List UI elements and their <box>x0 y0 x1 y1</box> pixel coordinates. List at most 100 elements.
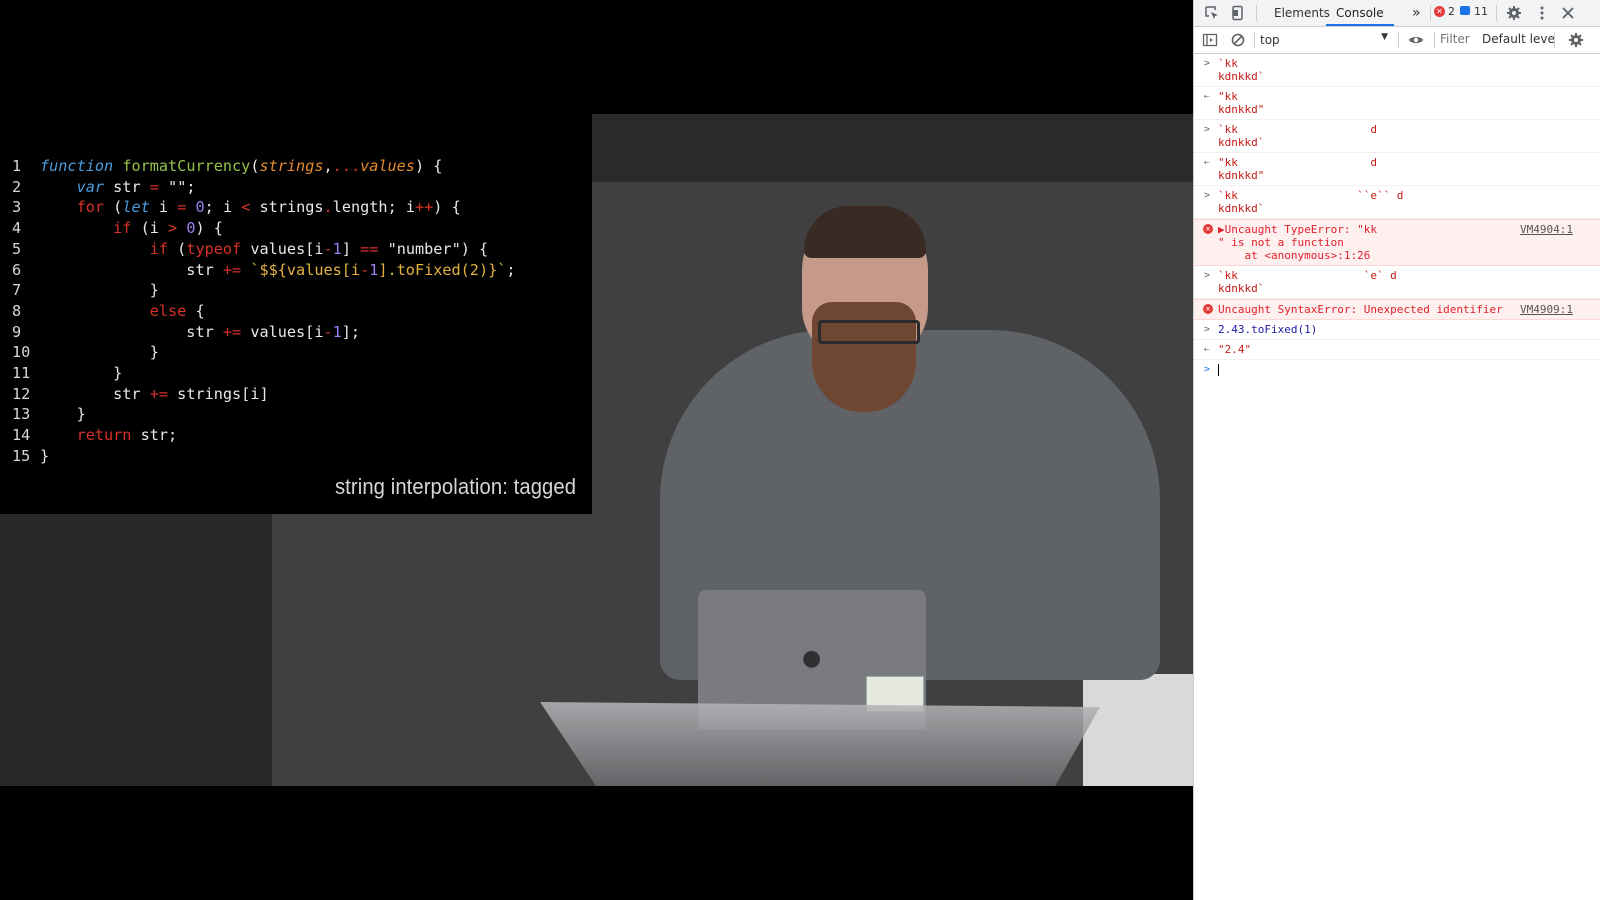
entry-text: "kk d kdnkkd" <box>1218 156 1377 182</box>
devtools-tabbar: Elements Console » ✕ 2 11 <box>1194 0 1600 27</box>
input-chevron-icon: > <box>1204 190 1211 201</box>
code-line: 14 return str; <box>12 426 178 445</box>
console-result-entry[interactable]: ⇠ "kk d kdnkkd" <box>1194 153 1600 186</box>
line-number: 12 <box>12 384 31 403</box>
error-count[interactable]: 2 <box>1448 5 1455 18</box>
more-tabs-button[interactable]: » <box>1402 0 1431 26</box>
error-circle-icon: ✕ <box>1203 304 1213 314</box>
entry-text: `kk ``e`` d kdnkkd` <box>1218 189 1404 215</box>
devtools-panel: Elements Console » ✕ 2 11 top ▼ Default … <box>1193 0 1600 900</box>
sidebar-toggle-icon[interactable] <box>1202 32 1218 48</box>
error-text[interactable]: ▶Uncaught TypeError: "kk " is not a func… <box>1218 223 1377 262</box>
entry-text: 2.43.toFixed(1) <box>1218 323 1318 336</box>
console-prompt[interactable]: > <box>1194 360 1600 379</box>
speaker-glasses <box>818 320 920 344</box>
context-selector[interactable]: top ▼ <box>1260 31 1392 49</box>
error-source-link[interactable]: VM4904:1 <box>1520 223 1573 236</box>
close-icon[interactable] <box>1560 5 1576 21</box>
error-source-link[interactable]: VM4909:1 <box>1520 303 1573 316</box>
dropdown-arrow-icon: ▼ <box>1381 32 1388 42</box>
inspect-element-icon[interactable] <box>1204 5 1220 21</box>
more-options-icon[interactable] <box>1534 5 1550 21</box>
console-error-entry[interactable]: ✕ Uncaught SyntaxError: Unexpected identi… <box>1194 299 1600 320</box>
code-line: 13 } <box>12 405 86 424</box>
tab-console[interactable]: Console <box>1326 0 1394 26</box>
code-line: 1 function formatCurrency(strings,...valu… <box>12 157 443 175</box>
settings-gear-icon[interactable] <box>1506 5 1522 21</box>
console-settings-gear-icon[interactable] <box>1568 32 1584 48</box>
code-line: 6 str += `$${values[i-1].toFixed(2)}`; <box>12 260 516 279</box>
slide-caption: string interpolation: tagged <box>334 474 576 499</box>
console-output[interactable]: > `kk kdnkkd` ⇠ "kk kdnkkd" > `kk d kdnkkd`… <box>1194 54 1600 379</box>
podium <box>540 702 1100 786</box>
clear-console-icon[interactable] <box>1230 32 1246 48</box>
console-toolbar: top ▼ Default leve <box>1194 27 1600 54</box>
input-chevron-icon: > <box>1204 124 1211 135</box>
device-toolbar-icon[interactable] <box>1230 5 1246 21</box>
line-number: 5 <box>12 239 22 258</box>
stage-left-shadow <box>0 510 272 786</box>
line-number: 11 <box>12 364 31 383</box>
error-text: Uncaught SyntaxError: Unexpected identif… <box>1218 303 1503 316</box>
result-arrow-icon: ⇠ <box>1204 157 1211 168</box>
toolbar-divider <box>1254 32 1255 48</box>
entry-text: `kk kdnkkd` <box>1218 57 1265 83</box>
log-level-select[interactable]: Default leve <box>1482 32 1555 46</box>
line-number: 10 <box>12 343 31 362</box>
console-input-entry[interactable]: > `kk kdnkkd` <box>1194 54 1600 87</box>
line-number: 2 <box>12 177 22 196</box>
prompt-chevron-icon: > <box>1204 364 1211 375</box>
input-chevron-icon: > <box>1204 270 1211 281</box>
message-count[interactable]: 11 <box>1474 5 1488 18</box>
tabbar-divider <box>1430 5 1431 21</box>
console-input-entry[interactable]: > `kk d kdnkkd` <box>1194 120 1600 153</box>
console-result-entry[interactable]: ⇠ "2.4" <box>1194 340 1600 360</box>
context-value: top <box>1260 33 1280 47</box>
code-line: 15} <box>12 446 50 465</box>
entry-text: "kk kdnkkd" <box>1218 90 1265 116</box>
line-number: 8 <box>12 301 22 320</box>
speaker-beard <box>812 302 916 412</box>
apple-logo-icon: ● <box>802 646 822 671</box>
code-line: 4 if (i > 0) { <box>12 219 223 238</box>
line-number: 9 <box>12 322 22 341</box>
code-line: 12 str += strings[i] <box>12 384 269 403</box>
code-line: 8 else { <box>12 301 205 320</box>
line-number: 4 <box>12 219 22 238</box>
toolbar-divider <box>1434 32 1435 48</box>
line-number: 7 <box>12 281 22 300</box>
text-cursor <box>1218 364 1219 376</box>
tabbar-divider <box>1496 5 1497 21</box>
code-line: 7 } <box>12 281 159 300</box>
code-line: 3 for (let i = 0; i < strings.length; i+… <box>12 198 461 217</box>
line-number: 15 <box>12 446 31 465</box>
code-line: 10 } <box>12 343 159 362</box>
console-error-entry[interactable]: ✕ ▶Uncaught TypeError: "kk " is not a fun… <box>1194 219 1600 266</box>
video-player[interactable]: ● 1 function formatCurrency(strings,...va… <box>0 0 1193 900</box>
code-line: 2 var str = ""; <box>12 177 196 196</box>
code-listing: 1 function formatCurrency(strings,...valu… <box>12 156 516 467</box>
toolbar-divider <box>1398 32 1399 48</box>
filter-input[interactable] <box>1438 31 1478 47</box>
console-result-entry[interactable]: ⇠ "kk kdnkkd" <box>1194 87 1600 120</box>
code-line: 5 if (typeof values[i-1] == "number") { <box>12 239 489 258</box>
result-arrow-icon: ⇠ <box>1204 344 1211 355</box>
message-icon[interactable] <box>1460 6 1470 15</box>
live-expression-eye-icon[interactable] <box>1408 32 1424 48</box>
entry-text: "2.4" <box>1218 343 1252 356</box>
result-arrow-icon: ⇠ <box>1204 91 1211 102</box>
speaker-hair <box>804 206 926 258</box>
console-input-entry[interactable]: > `kk ``e`` d kdnkkd` <box>1194 186 1600 219</box>
line-number: 14 <box>12 426 31 445</box>
tabbar-divider <box>1256 5 1257 21</box>
line-number: 13 <box>12 405 31 424</box>
line-number: 6 <box>12 260 22 279</box>
stage-right-light <box>1083 674 1193 786</box>
error-circle-icon[interactable]: ✕ <box>1434 6 1445 17</box>
code-slide: 1 function formatCurrency(strings,...valu… <box>0 114 592 514</box>
entry-text: `kk d kdnkkd` <box>1218 123 1377 149</box>
console-input-entry[interactable]: > `kk `e` d kdnkkd` <box>1194 266 1600 299</box>
error-circle-icon: ✕ <box>1203 224 1213 234</box>
line-number: 3 <box>12 198 22 217</box>
console-input-entry[interactable]: >2.43.toFixed(1) <box>1194 320 1600 340</box>
